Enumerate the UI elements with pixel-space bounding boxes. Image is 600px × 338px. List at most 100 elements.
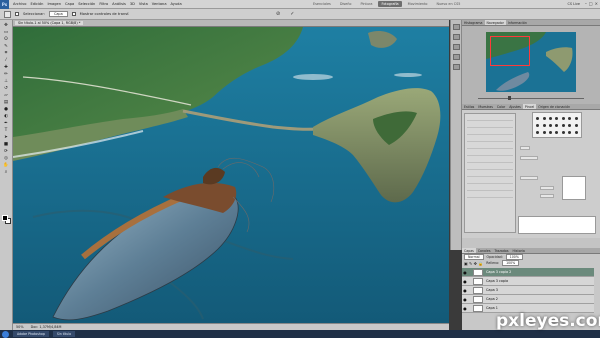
eye-icon[interactable]: ● bbox=[462, 279, 468, 284]
tab-navigator[interactable]: Navegador bbox=[484, 20, 506, 25]
menu-seleccion[interactable]: Selección bbox=[78, 2, 95, 6]
brush-tip[interactable] bbox=[561, 123, 565, 127]
commit-transform-icon[interactable]: ✓ bbox=[290, 11, 294, 17]
transform-controls-checkbox[interactable] bbox=[71, 12, 76, 16]
tab-paths[interactable]: Trazados bbox=[493, 248, 511, 253]
layer-row[interactable]: ● Capa 3 bbox=[462, 286, 594, 295]
auto-select-checkbox[interactable] bbox=[15, 12, 19, 16]
menu-analisis[interactable]: Análisis bbox=[112, 2, 126, 6]
quick-select-tool-icon[interactable]: ✎ bbox=[2, 44, 10, 50]
tab-clone-source[interactable]: Origen de clonación bbox=[536, 104, 572, 109]
document-canvas[interactable] bbox=[13, 27, 449, 323]
brush-tip[interactable] bbox=[549, 116, 553, 120]
list-item[interactable] bbox=[467, 135, 513, 142]
type-tool-icon[interactable]: T bbox=[2, 128, 10, 134]
list-item[interactable] bbox=[467, 170, 513, 177]
select-target-dropdown[interactable]: Capa bbox=[48, 11, 68, 17]
layer-row[interactable]: ● Capa 3 copia bbox=[462, 277, 594, 286]
workspace-pintura[interactable]: Pintura bbox=[357, 1, 375, 7]
move-tool-preset-icon[interactable] bbox=[4, 10, 11, 18]
brush-hardness-field[interactable] bbox=[540, 186, 554, 190]
list-item[interactable] bbox=[467, 177, 513, 184]
tool-presets-panel-icon[interactable] bbox=[452, 64, 460, 70]
brush-tool-icon[interactable]: ✏ bbox=[2, 72, 10, 78]
workspace-fotografia[interactable]: Fotografía bbox=[378, 1, 402, 7]
brush-tip[interactable] bbox=[555, 130, 559, 134]
brush-tip[interactable] bbox=[561, 116, 565, 120]
eyedropper-tool-icon[interactable]: ⁄ bbox=[2, 58, 10, 64]
brush-tip[interactable] bbox=[536, 130, 540, 134]
tab-layers[interactable]: Capas bbox=[462, 248, 476, 253]
list-item[interactable] bbox=[467, 121, 513, 128]
tab-swatches[interactable]: Muestras bbox=[476, 104, 495, 109]
brush-tip[interactable] bbox=[561, 130, 565, 134]
brush-tip[interactable] bbox=[549, 123, 553, 127]
3d-rotate-tool-icon[interactable]: ⟳ bbox=[2, 149, 10, 155]
character-panel-icon[interactable] bbox=[452, 44, 460, 50]
blend-mode-dropdown[interactable]: Normal bbox=[464, 254, 484, 260]
move-tool-icon[interactable]: ✥ bbox=[2, 23, 10, 29]
menu-capa[interactable]: Capa bbox=[65, 2, 74, 6]
tab-info[interactable]: Información bbox=[506, 20, 529, 25]
cs-live-button[interactable]: CS Live bbox=[567, 2, 580, 6]
list-item[interactable] bbox=[467, 156, 513, 163]
menu-ayuda[interactable]: Ayuda bbox=[171, 2, 182, 6]
lock-icons[interactable]: ▣ ✎ ✥ 🔒 bbox=[464, 261, 483, 266]
healing-tool-icon[interactable]: ✚ bbox=[2, 65, 10, 71]
menu-imagen[interactable]: Imagen bbox=[47, 2, 61, 6]
history-panel-icon[interactable] bbox=[452, 24, 460, 30]
tab-channels[interactable]: Canales bbox=[476, 248, 493, 253]
brush-tip[interactable] bbox=[568, 130, 572, 134]
photoshop-logo[interactable]: Ps bbox=[0, 0, 9, 9]
eraser-tool-icon[interactable]: ▱ bbox=[2, 93, 10, 99]
brush-tip[interactable] bbox=[574, 116, 578, 120]
tab-styles[interactable]: Estilos bbox=[462, 104, 476, 109]
blur-tool-icon[interactable]: ● bbox=[2, 107, 10, 113]
tab-adjustments[interactable]: Ajustes bbox=[507, 104, 523, 109]
brush-tip[interactable] bbox=[574, 123, 578, 127]
brush-angle-field[interactable] bbox=[520, 156, 538, 160]
workspace-movimiento[interactable]: Movimiento bbox=[405, 1, 431, 7]
menu-vista[interactable]: Vista bbox=[139, 2, 148, 6]
menu-ventana[interactable]: Ventana bbox=[152, 2, 167, 6]
brush-tip[interactable] bbox=[542, 123, 546, 127]
tab-brush[interactable]: Pincel bbox=[522, 104, 537, 109]
brush-tip[interactable] bbox=[542, 116, 546, 120]
zoom-readout[interactable]: 50% bbox=[16, 325, 24, 329]
eye-icon[interactable]: ● bbox=[462, 270, 468, 275]
menu-archivo[interactable]: Archivo bbox=[13, 2, 26, 6]
brush-spacing-field[interactable] bbox=[540, 194, 554, 198]
navigator-view-box[interactable] bbox=[490, 36, 530, 66]
fill-field[interactable]: 100% bbox=[502, 260, 520, 266]
clone-stamp-tool-icon[interactable]: ⊥ bbox=[2, 79, 10, 85]
history-brush-tool-icon[interactable]: ↺ bbox=[2, 86, 10, 92]
crop-tool-icon[interactable]: ⌗ bbox=[2, 51, 10, 57]
brush-tip[interactable] bbox=[536, 116, 540, 120]
taskbar-item-document[interactable]: Sin título bbox=[52, 331, 76, 337]
brush-tip[interactable] bbox=[574, 130, 578, 134]
layer-row[interactable]: ● Capa 3 copia 2 bbox=[462, 268, 594, 277]
list-item[interactable] bbox=[467, 149, 513, 156]
shape-tool-icon[interactable]: ■ bbox=[2, 142, 10, 148]
start-button[interactable] bbox=[2, 330, 9, 338]
brush-tip[interactable] bbox=[555, 116, 559, 120]
brush-tip[interactable] bbox=[555, 123, 559, 127]
brush-tip[interactable] bbox=[568, 123, 572, 127]
brush-tip[interactable] bbox=[536, 123, 540, 127]
hand-tool-icon[interactable]: ✋ bbox=[2, 163, 10, 169]
menu-3d[interactable]: 3D bbox=[130, 2, 135, 6]
menu-filtro[interactable]: Filtro bbox=[99, 2, 108, 6]
taskbar-item-photoshop[interactable]: Adobe Photoshop bbox=[13, 331, 49, 337]
actions-panel-icon[interactable] bbox=[452, 34, 460, 40]
list-item[interactable] bbox=[467, 184, 513, 191]
brush-tip-grid[interactable] bbox=[532, 112, 582, 138]
zoom-tool-icon[interactable]: ⌕ bbox=[2, 170, 10, 176]
lasso-tool-icon[interactable]: ʘ bbox=[2, 37, 10, 43]
brush-tip[interactable] bbox=[549, 130, 553, 134]
workspace-diseno[interactable]: Diseño bbox=[337, 1, 355, 7]
navigator-zoom-slider[interactable] bbox=[468, 96, 594, 100]
workspace-nuevo[interactable]: Nuevo en CS5 bbox=[433, 1, 463, 7]
paragraph-panel-icon[interactable] bbox=[452, 54, 460, 60]
list-item[interactable] bbox=[467, 163, 513, 170]
list-item[interactable] bbox=[467, 191, 513, 198]
